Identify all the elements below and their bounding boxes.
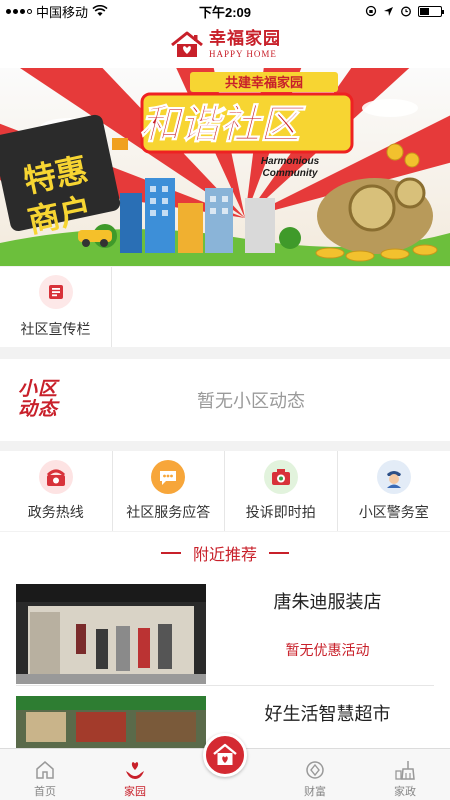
app-header: 幸福家园 HAPPY HOME [0, 22, 450, 68]
news-logo-line1: 小区 [18, 378, 59, 401]
news-empty-text: 暂无小区动态 [197, 391, 305, 411]
police-icon [376, 460, 411, 494]
nearby-section: 附近推荐 唐朱迪服装店 暂无优惠活动 好生活智慧超市 [0, 532, 450, 756]
service-item-police[interactable]: 小区警务室 [338, 451, 450, 531]
status-bar: 中国移动 下午2:09 [0, 0, 450, 22]
tab-bar: 首页 家园 财富 家政 [0, 733, 450, 800]
service-label: 政务热线 [27, 504, 84, 520]
tab-center[interactable] [180, 733, 270, 800]
alarm-icon [401, 6, 411, 17]
battery-icon [418, 5, 444, 17]
news-logo-line2: 动态 [18, 398, 59, 420]
board-section: 社区宣传栏 [0, 267, 450, 347]
app-logo: 幸福家园 HAPPY HOME [169, 31, 281, 59]
app-subtitle: HAPPY HOME [209, 49, 277, 59]
phone-icon [38, 460, 73, 494]
hands-heart-icon [126, 762, 144, 779]
banner-headline-en-1: Harmonious [261, 156, 320, 167]
center-home-button[interactable] [203, 733, 247, 777]
service-item-complaint[interactable]: 投诉即时拍 [225, 451, 338, 531]
tab-label: 家政 [394, 786, 416, 798]
banner-headline: 和谐社区 [140, 101, 306, 148]
house-logo-icon [171, 31, 203, 57]
camera-icon [263, 460, 298, 494]
board-item-bulletin[interactable]: 社区宣传栏 [0, 267, 112, 347]
tab-community[interactable]: 家园 [90, 749, 180, 800]
status-right [365, 5, 444, 17]
service-label: 投诉即时拍 [245, 504, 316, 520]
service-item-response[interactable]: 社区服务应答 [113, 451, 225, 531]
news-logo: 小区 动态 [0, 359, 112, 441]
service-label: 社区服务应答 [126, 504, 211, 520]
nearby-title: 附近推荐 [0, 532, 450, 574]
home-icon [36, 761, 54, 779]
broom-icon [395, 761, 415, 780]
service-label: 小区警务室 [358, 504, 429, 520]
shop-item[interactable]: 唐朱迪服装店 暂无优惠活动 [16, 574, 434, 686]
title-dash-right [269, 552, 289, 554]
rotation-lock-icon [365, 5, 377, 17]
nearby-title-text: 附近推荐 [192, 547, 257, 564]
tab-label: 家园 [124, 786, 146, 798]
banner-headline-en-2: Community [263, 168, 318, 179]
banner-badge: 共建幸福家园 [225, 75, 303, 90]
diamond-icon [306, 761, 324, 779]
location-icon [384, 6, 393, 16]
shop-photo [16, 584, 206, 684]
promo-banner[interactable]: 共建幸福家园 和谐社区 Harmonious Community 特惠 商户 [0, 68, 450, 266]
services-section: 政务热线 社区服务应答 投诉即时拍 小区警务室 [0, 451, 450, 531]
app-title: 幸福家园 [209, 29, 281, 49]
tab-wealth[interactable]: 财富 [270, 749, 360, 800]
tab-home[interactable]: 首页 [0, 749, 90, 800]
banner-illustration: 共建幸福家园 和谐社区 Harmonious Community 特惠 商户 [0, 68, 450, 266]
bulletin-board-icon [38, 275, 73, 309]
house-heart-icon [213, 743, 237, 765]
shop-name: 好生活智慧超市 [264, 704, 391, 724]
chat-bubble-icon [151, 460, 186, 494]
title-dash-left [160, 552, 181, 554]
shop-promo: 暂无优惠活动 [285, 642, 370, 658]
service-item-hotline[interactable]: 政务热线 [0, 451, 113, 531]
tab-housekeeping[interactable]: 家政 [360, 749, 450, 800]
board-item-label: 社区宣传栏 [20, 321, 91, 337]
tab-label: 财富 [304, 786, 326, 798]
news-section[interactable]: 小区 动态 暂无小区动态 [0, 359, 450, 441]
shop-name: 唐朱迪服装店 [273, 592, 382, 612]
tab-label: 首页 [34, 786, 56, 798]
